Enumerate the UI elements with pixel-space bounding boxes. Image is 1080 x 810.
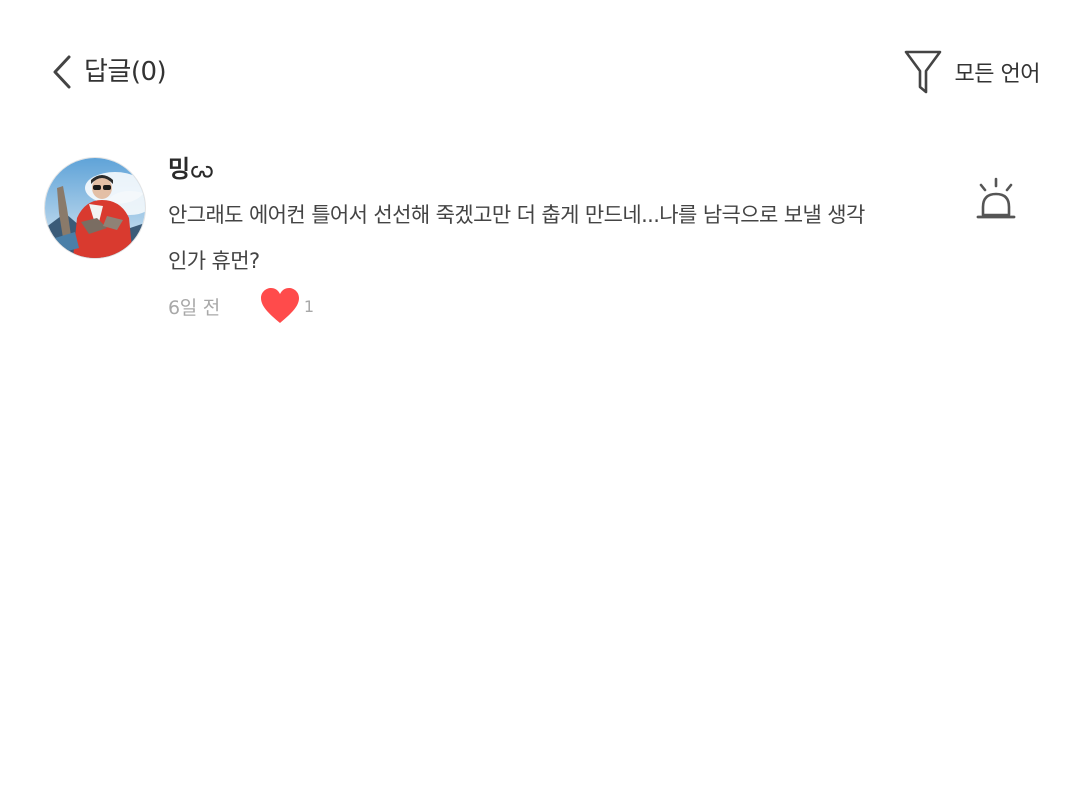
- comment-username[interactable]: 밍ꩬ: [168, 154, 213, 184]
- report-button[interactable]: [974, 176, 1018, 224]
- comment-item: 밍ꩬ 안그래도 에어컨 틀어서 선선해 죽겠고만 더 춥게 만드네...나를 남…: [0, 140, 1080, 340]
- page-title: 답글(0): [84, 57, 167, 87]
- heart-icon: [260, 287, 300, 325]
- replies-page: 답글(0) 모든 언어 밍ꩬ 안그래도 에어컨 틀어서 선선해 죽겠고만 더 춥…: [0, 0, 1080, 810]
- funnel-icon: [901, 46, 945, 98]
- comment-timestamp: 6일 전: [168, 296, 220, 319]
- back-button[interactable]: [44, 52, 80, 92]
- siren-icon: [976, 177, 1016, 219]
- chevron-left-icon: [53, 55, 71, 89]
- like-button[interactable]: 1: [260, 287, 314, 325]
- language-filter-label: 모든 언어: [954, 62, 1041, 87]
- language-filter-button[interactable]: 모든 언어: [901, 44, 1041, 100]
- like-count: 1: [303, 296, 315, 316]
- comment-text: 안그래도 에어컨 틀어서 선선해 죽겠고만 더 춥게 만드네...나를 남극으로…: [168, 203, 865, 273]
- avatar[interactable]: [44, 157, 146, 259]
- header: 답글(0) 모든 언어: [0, 0, 1080, 140]
- comment-meta: 6일 전 1: [168, 286, 314, 326]
